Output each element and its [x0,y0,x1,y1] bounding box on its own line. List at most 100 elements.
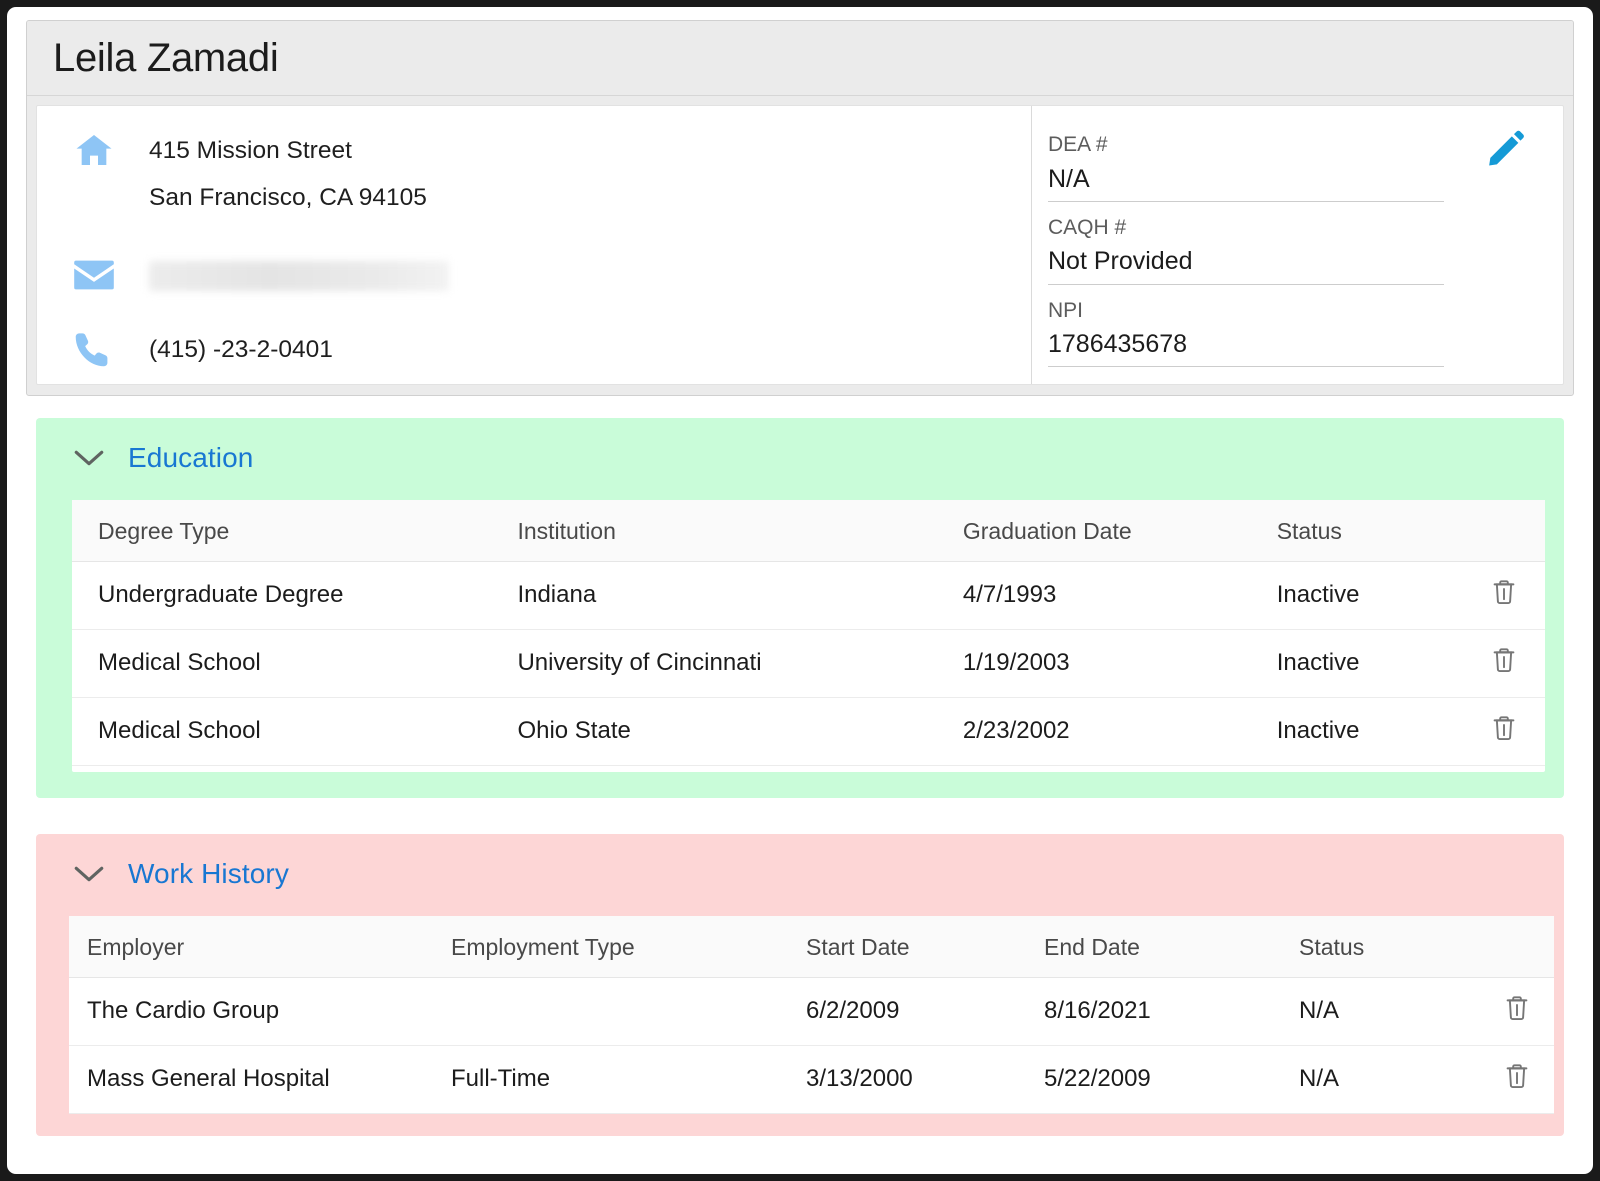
cell-graduation-date: 1/19/2003 [962,629,1277,698]
education-section-header[interactable]: Education [36,442,253,474]
delete-education-row-button[interactable] [1491,578,1517,613]
credential-label: CAQH # [1048,215,1127,239]
cell-employment-type: Full-Time [451,1045,806,1114]
delete-work-row-button[interactable] [1504,994,1530,1029]
email-redacted-value [149,261,449,292]
cell-employment-type [451,977,806,1046]
cell-degree-type: Medical School [72,629,518,698]
delete-education-row-button[interactable] [1491,646,1517,681]
work-history-section: Work History Employer Employment Type St… [36,833,1564,1136]
column-header-status: Status [1276,499,1464,562]
address-row: 415 Mission Street San Francisco, CA 941… [71,128,1031,221]
credentials-column: DEA # N/A CAQH # Not Provided NPI 178643… [1032,106,1563,384]
trash-icon [1491,578,1517,613]
pencil-icon [1485,130,1525,173]
credential-caqh: CAQH # Not Provided [1048,212,1444,285]
contact-column: 415 Mission Street San Francisco, CA 941… [37,106,1032,384]
column-header-employer: Employer [69,915,451,978]
work-history-table-body: The Cardio Group 6/2/2009 8/16/2021 N/A [69,977,1554,1114]
cell-status: N/A [1299,1045,1479,1114]
cell-end-date: 5/22/2009 [1044,1045,1299,1114]
phone-row: (415) -23-2-0401 [71,327,1031,374]
column-header-end-date: End Date [1044,915,1299,978]
table-header-row: Employer Employment Type Start Date End … [69,915,1554,978]
table-header-row: Degree Type Institution Graduation Date … [72,499,1545,562]
cell-actions [1463,629,1545,698]
profile-title-bar: Leila Zamadi [27,21,1573,96]
cell-institution: University of Cincinnati [517,629,963,698]
work-history-table: Employer Employment Type Start Date End … [69,915,1554,1114]
column-header-institution: Institution [517,499,963,562]
cell-employer: Mass General Hospital [69,1045,451,1114]
column-header-actions [1463,499,1545,562]
mail-icon [71,255,149,293]
address-line-1: 415 Mission Street [149,137,352,164]
column-header-actions [1479,915,1554,978]
cell-graduation-date: 2/23/2002 [962,697,1277,766]
trash-icon [1491,646,1517,681]
column-header-employment-type: Employment Type [451,915,806,978]
education-table-head: Degree Type Institution Graduation Date … [72,499,1545,562]
table-row: Undergraduate Degree Indiana 4/7/1993 In… [72,561,1545,630]
cell-start-date: 3/13/2000 [806,1045,1044,1114]
cell-actions [1479,1045,1554,1114]
work-history-section-header[interactable]: Work History [36,858,289,890]
column-header-start-date: Start Date [806,915,1044,978]
profile-details: 415 Mission Street San Francisco, CA 941… [36,105,1564,385]
cell-status: N/A [1299,977,1479,1046]
education-section-title: Education [128,441,254,473]
chevron-down-icon [72,863,106,885]
screen-frame: Leila Zamadi 415 Mission Street San Fran… [0,0,1600,1181]
cell-actions [1463,697,1545,766]
delete-work-row-button[interactable] [1504,1062,1530,1097]
profile-card: Leila Zamadi 415 Mission Street San Fran… [26,20,1574,396]
cell-degree-type: Medical School [72,697,518,766]
credential-label: DEA # [1048,133,1108,156]
cell-employer: The Cardio Group [69,977,451,1046]
cell-actions [1479,977,1554,1046]
cell-graduation-date: 4/7/1993 [962,561,1277,630]
credential-value: Not Provided [1048,247,1193,276]
delete-education-row-button[interactable] [1491,714,1517,749]
trash-icon [1504,994,1530,1029]
provider-profile-page: Leila Zamadi 415 Mission Street San Fran… [7,7,1593,1174]
page-title: Leila Zamadi [53,36,279,80]
edit-profile-button[interactable] [1485,129,1525,174]
cell-actions [1463,561,1545,630]
education-section: Education Degree Type Institution Gradua… [36,417,1564,798]
trash-icon [1504,1062,1530,1097]
table-row: Mass General Hospital Full-Time 3/13/200… [69,1045,1554,1114]
table-row: The Cardio Group 6/2/2009 8/16/2021 N/A [69,977,1554,1046]
phone-icon [71,327,149,371]
trash-icon [1491,714,1517,749]
phone-number: (415) -23-2-0401 [149,336,333,364]
cell-degree-type: Undergraduate Degree [72,561,518,630]
table-row: Medical School Ohio State 2/23/2002 Inac… [72,697,1545,766]
cell-status: Inactive [1276,697,1464,766]
education-table-body: Undergraduate Degree Indiana 4/7/1993 In… [72,561,1545,766]
home-icon [71,128,149,170]
work-history-section-title: Work History [128,857,289,889]
address-text: 415 Mission Street San Francisco, CA 941… [149,128,427,221]
cell-institution: Indiana [517,561,963,630]
email-row [71,255,1031,293]
column-header-graduation-date: Graduation Date [962,499,1277,562]
work-history-table-wrapper: Employer Employment Type Start Date End … [69,915,1554,1114]
column-header-status: Status [1299,915,1479,978]
work-history-table-head: Employer Employment Type Start Date End … [69,915,1554,978]
credential-value: N/A [1048,164,1090,193]
cell-end-date: 8/16/2021 [1044,977,1299,1046]
education-table: Degree Type Institution Graduation Date … [72,499,1545,766]
column-header-degree-type: Degree Type [72,499,518,562]
cell-status: Inactive [1276,561,1464,630]
education-table-wrapper: Degree Type Institution Graduation Date … [72,499,1545,772]
cell-institution: Ohio State [517,697,963,766]
cell-start-date: 6/2/2009 [806,977,1044,1046]
cell-status: Inactive [1276,629,1464,698]
credential-value: 1786435678 [1048,330,1188,358]
credential-npi: NPI 1786435678 [1048,295,1444,368]
table-row: Medical School University of Cincinnati … [72,629,1545,698]
address-line-2: San Francisco, CA 94105 [149,183,427,211]
credential-label: NPI [1048,298,1084,322]
chevron-down-icon [72,447,106,469]
